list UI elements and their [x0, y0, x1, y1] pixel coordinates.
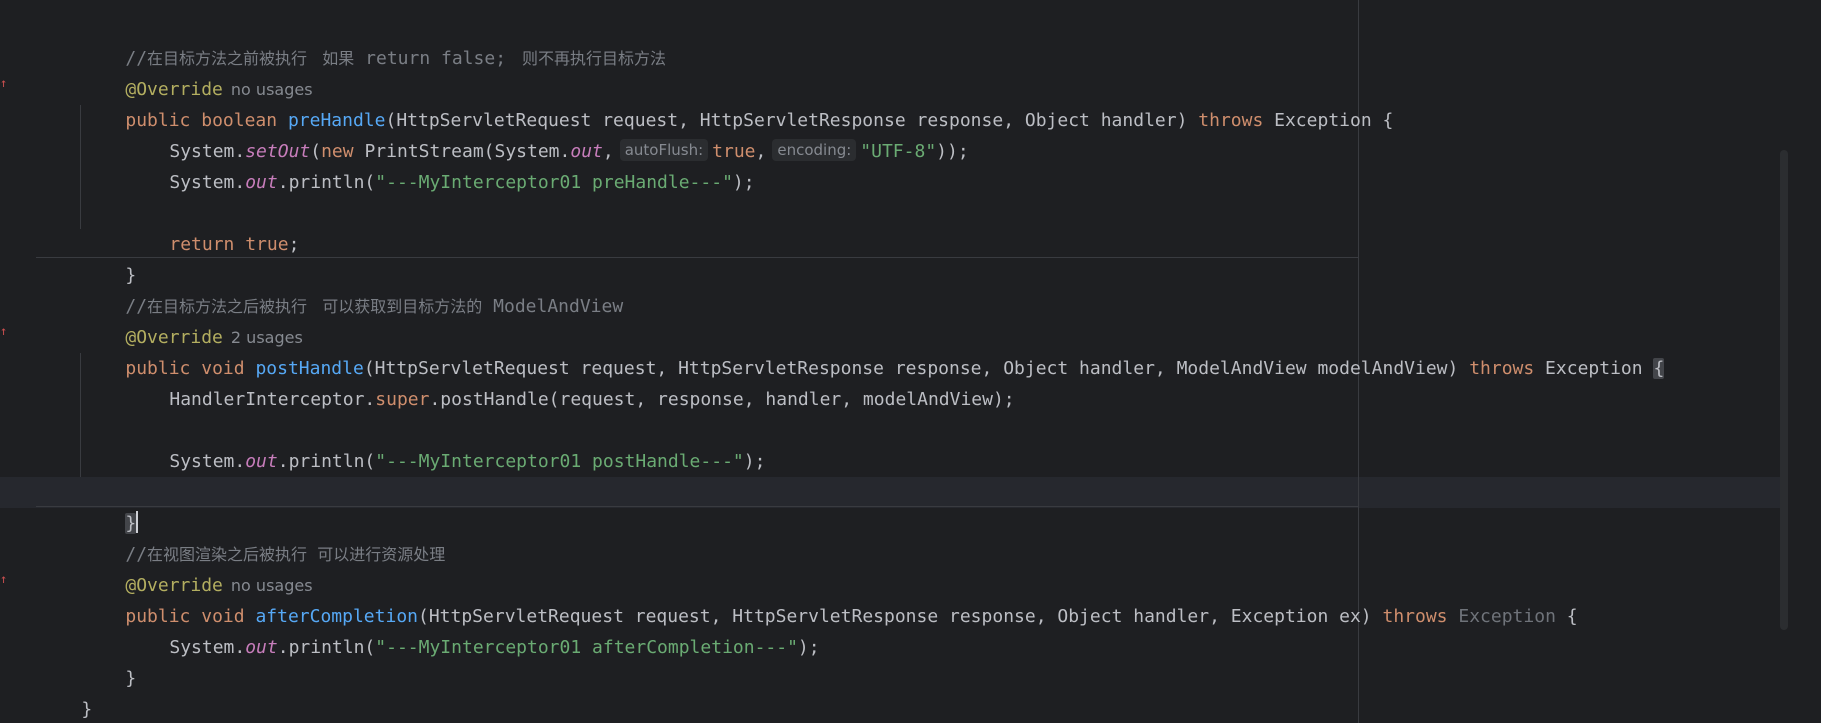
static-field: out: [245, 172, 278, 193]
indent-guide: [80, 353, 81, 477]
keyword: throws: [1198, 110, 1264, 131]
keyword: super: [375, 389, 430, 410]
static-field: out: [245, 637, 278, 658]
closing-brace: }: [125, 668, 137, 689]
keyword: return: [169, 234, 235, 255]
override-arrow-icon[interactable]: ↑: [0, 573, 8, 585]
code-text: .println(: [277, 172, 376, 193]
keyword: true: [245, 234, 289, 255]
comment-text: return false;: [354, 48, 517, 69]
code-line-statement[interactable]: System.out.println("---MyInterceptor01 p…: [126, 136, 754, 193]
code-line-statement[interactable]: HandlerInterceptor.super.postHandle(requ…: [126, 353, 1014, 410]
string-literal: "UTF-8": [860, 141, 937, 162]
code-line-comment[interactable]: //在视图渲染之后被执行 可以进行资源处理: [82, 508, 445, 565]
string-literal: "---MyInterceptor01 preHandle---": [375, 172, 733, 193]
keyword: throws: [1382, 606, 1448, 627]
code-editor[interactable]: ↑ ↑ ↑ //在目标方法之前被执行 如果 return false; 则不再执…: [0, 0, 1821, 723]
unused-exception-type: Exception: [1447, 606, 1556, 627]
code-line-comment[interactable]: //在目标方法之后被执行 可以获取到目标方法的 ModelAndView: [82, 260, 623, 317]
keyword: throws: [1469, 358, 1535, 379]
editor-gutter[interactable]: ↑ ↑ ↑: [0, 0, 36, 723]
code-text: );: [797, 637, 820, 658]
code-text: .postHandle(request, response, handler, …: [429, 389, 1015, 410]
code-text: .println(: [277, 451, 376, 472]
code-line-annotation[interactable]: @Override no usages: [82, 43, 312, 100]
closing-brace: }: [81, 699, 93, 720]
code-text: {: [1555, 606, 1578, 627]
code-line-class-closing-brace[interactable]: }: [38, 663, 92, 720]
code-line-return[interactable]: return true;: [126, 198, 299, 255]
code-line-annotation[interactable]: @Override no usages: [82, 539, 312, 596]
code-text: System.: [169, 172, 246, 193]
code-text: HandlerInterceptor.: [169, 389, 376, 410]
code-line-closing-brace[interactable]: }: [82, 632, 136, 689]
indent-guide: [80, 105, 81, 229]
code-line-comment[interactable]: //在目标方法之前被执行 如果 return false; 则不再执行目标方法: [82, 12, 666, 69]
code-line-method-signature[interactable]: public void postHandle(HttpServletReques…: [82, 322, 1665, 379]
code-text: Exception: [1534, 358, 1654, 379]
parameter-hint: encoding:: [772, 139, 857, 161]
code-line-method-signature[interactable]: public void afterCompletion(HttpServletR…: [82, 570, 1577, 627]
string-literal: "---MyInterceptor01 afterCompletion---": [375, 637, 798, 658]
method-separator: [36, 506, 1358, 507]
code-line-closing-brace[interactable]: }: [82, 477, 139, 534]
code-text: ;: [288, 234, 300, 255]
code-line-statement[interactable]: System.out.println("---MyInterceptor01 p…: [126, 415, 765, 472]
code-line-closing-brace[interactable]: }: [82, 229, 136, 286]
override-arrow-icon[interactable]: ↑: [0, 77, 8, 89]
code-text: );: [732, 172, 755, 193]
code-text: Exception {: [1263, 110, 1394, 131]
code-line-statement[interactable]: System.out.println("---MyInterceptor01 a…: [126, 601, 819, 658]
comment-text: ModelAndView: [482, 296, 624, 317]
matched-brace: {: [1653, 358, 1665, 379]
static-field: out: [245, 451, 278, 472]
code-line-annotation[interactable]: @Override 2 usages: [82, 291, 302, 348]
comment-text: 则不再执行目标方法: [516, 49, 666, 68]
override-arrow-icon[interactable]: ↑: [0, 325, 8, 337]
vertical-scrollbar-thumb[interactable]: [1780, 150, 1788, 630]
code-text: System.: [169, 637, 246, 658]
code-text: .println(: [277, 637, 376, 658]
string-literal: "---MyInterceptor01 postHandle---": [375, 451, 744, 472]
code-line-statement[interactable]: System.setOut(new PrintStream(System.out…: [126, 105, 969, 162]
code-text: System.: [169, 451, 246, 472]
code-line-method-signature[interactable]: public boolean preHandle(HttpServletRequ…: [82, 74, 1393, 131]
current-line-highlight: [0, 477, 1780, 508]
code-text: ));: [936, 141, 969, 162]
code-text: );: [743, 451, 766, 472]
code-text: ,: [755, 141, 767, 162]
